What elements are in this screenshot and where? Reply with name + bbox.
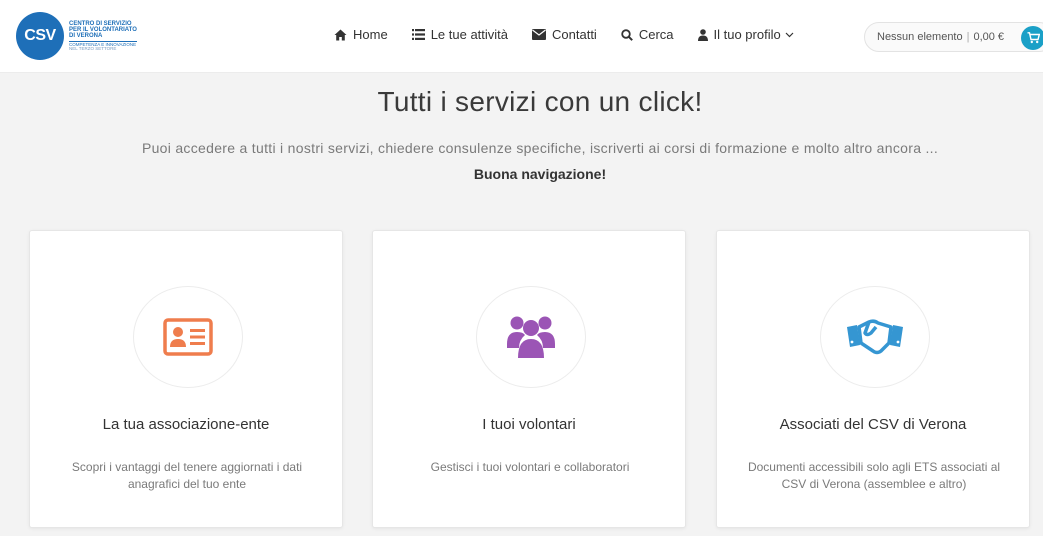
logo-sub-2: NEL TERZO SETTORE <box>69 46 117 51</box>
id-card-icon <box>163 318 213 356</box>
nav-home-label: Home <box>353 27 388 42</box>
logo-text: CENTRO DI SERVIZIO PER IL VOLONTARIATO D… <box>69 21 137 52</box>
page-greeting: Buona navigazione! <box>473 166 607 182</box>
card-volunteers[interactable]: I tuoi volontari Gestisci i tuoi volonta… <box>372 230 686 528</box>
cart-items: Nessun elemento <box>877 31 963 43</box>
search-icon <box>621 28 633 41</box>
card-title: La tua associazione-ente <box>102 416 270 433</box>
user-icon <box>697 28 708 41</box>
card-title: Associati del CSV di Verona <box>779 416 967 433</box>
nav-contacts[interactable]: Contatti <box>532 27 597 42</box>
nav-activities-label: Le tue attività <box>430 27 509 42</box>
card-title: I tuoi volontari <box>482 416 576 433</box>
nav-profile[interactable]: Il tuo profilo <box>697 27 794 42</box>
card-association[interactable]: La tua associazione-ente Scopri i vantag… <box>29 230 343 528</box>
chevron-down-icon <box>785 32 794 37</box>
card-description: Scopri i vantaggi del tenere aggiornati … <box>71 460 303 491</box>
site-header: CSV CENTRO DI SERVIZIO PER IL VOLONTARIA… <box>0 0 1043 73</box>
page-title: Tutti i servizi con un click! <box>377 86 703 117</box>
page-description: Puoi accedere a tutti i nostri servizi, … <box>141 140 939 156</box>
card-description: Documenti accessibili solo agli ETS asso… <box>747 460 1001 491</box>
card-icon-circle <box>133 286 243 388</box>
card-icon-circle <box>476 286 586 388</box>
cart-total: 0,00 € <box>973 31 1005 43</box>
cart-separator: | <box>966 31 970 43</box>
csv-logo[interactable]: CSV CENTRO DI SERVIZIO PER IL VOLONTARIA… <box>16 12 137 60</box>
card-csv-members[interactable]: Associati del CSV di Verona Documenti ac… <box>716 230 1030 528</box>
card-icon-circle <box>820 286 930 388</box>
home-icon <box>334 29 347 40</box>
main-nav: Home Le tue attività Contatti Cerca Il t… <box>334 27 818 42</box>
logo-mark: CSV <box>16 12 64 60</box>
nav-search-label: Cerca <box>638 27 674 42</box>
card-description: Gestisci i tuoi volontari e collaborator… <box>430 460 630 474</box>
envelope-icon <box>532 29 547 40</box>
nav-home[interactable]: Home <box>334 27 388 42</box>
nav-contacts-label: Contatti <box>552 27 597 42</box>
users-icon <box>507 316 555 358</box>
nav-search[interactable]: Cerca <box>621 27 674 42</box>
cart-icon <box>1021 26 1043 50</box>
nav-profile-label: Il tuo profilo <box>713 27 781 42</box>
list-icon <box>411 29 425 40</box>
logo-line-3: DI VERONA <box>69 32 103 39</box>
handshake-icon <box>847 319 903 355</box>
cart-button[interactable]: Nessun elemento | 0,00 € <box>864 22 1043 52</box>
nav-activities[interactable]: Le tue attività <box>411 27 509 42</box>
